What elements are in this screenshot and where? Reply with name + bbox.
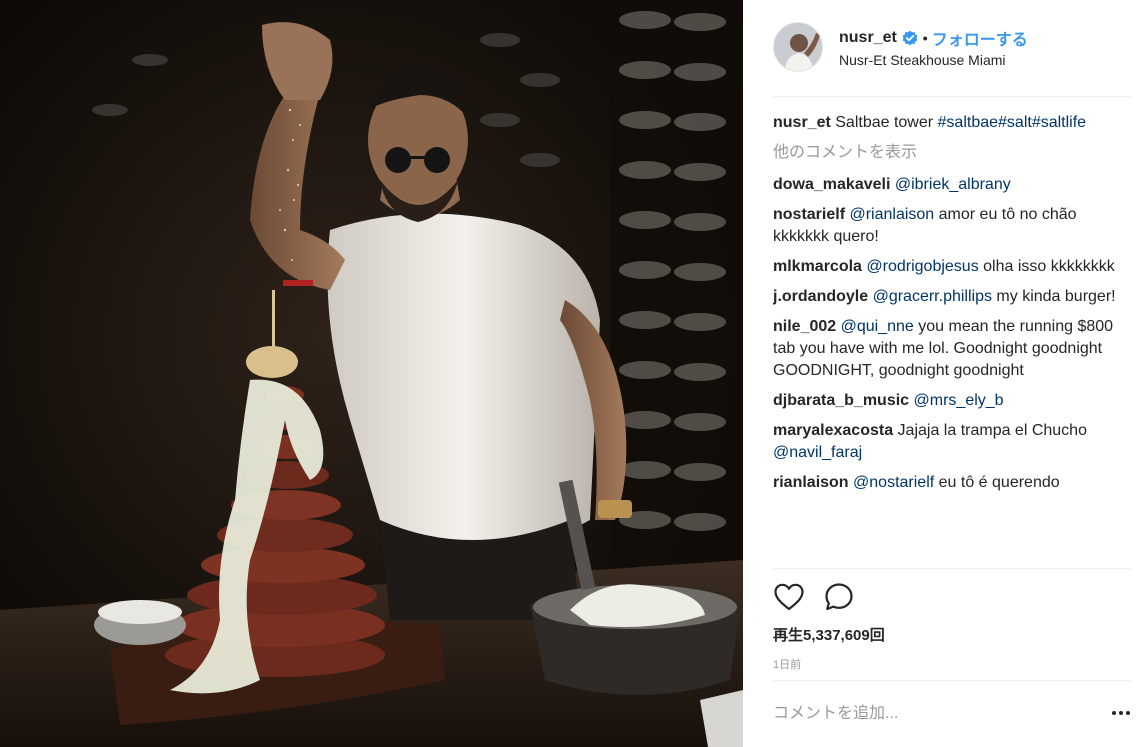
post-video[interactable] <box>0 0 743 747</box>
comment-username[interactable]: maryalexacosta <box>773 422 893 439</box>
comment-item: nile_002 @qui_nne you mean the running $… <box>773 316 1131 382</box>
post-side-panel: nusr_et • フォローする Nusr-Et Steakhouse Miam… <box>743 0 1143 747</box>
comment-item: nostarielf @rianlaison amor eu tô no chã… <box>773 204 1131 248</box>
heart-outline-icon <box>774 583 804 611</box>
header-divider <box>773 96 1131 97</box>
caption-text: Saltbae tower <box>835 114 938 131</box>
comment-mention[interactable]: @nostarielf <box>853 474 934 491</box>
post-header: nusr_et • フォローする Nusr-Et Steakhouse Miam… <box>773 22 1131 78</box>
comment-item: dowa_makaveli @ibriek_albrany <box>773 174 1131 196</box>
comments-list[interactable]: nusr_et Saltbae tower #saltbae#salt#salt… <box>773 112 1131 568</box>
comment-mention[interactable]: @navil_faraj <box>773 444 862 461</box>
caption-hashtags[interactable]: #saltbae#salt#saltlife <box>938 114 1087 131</box>
comment-mention[interactable]: @gracerr.phillips <box>873 288 992 305</box>
comment-text: eu tô é querendo <box>934 474 1060 491</box>
comment-username[interactable]: mlkmarcola <box>773 258 862 275</box>
comment-username[interactable]: dowa_makaveli <box>773 176 890 193</box>
ellipsis-icon <box>1112 711 1130 715</box>
comment-username[interactable]: j.ordandoyle <box>773 288 868 305</box>
comment-item: rianlaison @nostarielf eu tô é querendo <box>773 472 1131 494</box>
post-author-username[interactable]: nusr_et <box>839 29 897 47</box>
view-count: 再生5,337,609回 <box>773 627 885 644</box>
avatar[interactable] <box>773 22 823 72</box>
video-frame-illustration <box>0 0 743 747</box>
comment-text: olha isso kkkkkkkk <box>978 258 1115 275</box>
comment-item: djbarata_b_music @mrs_ely_b <box>773 390 1131 412</box>
avatar-image <box>774 23 822 71</box>
speech-bubble-icon <box>825 583 853 611</box>
like-button[interactable] <box>773 581 805 613</box>
comment-item: j.ordandoyle @gracerr.phillips my kinda … <box>773 286 1131 308</box>
caption-username[interactable]: nusr_et <box>773 114 831 131</box>
comment-item: maryalexacosta Jajaja la trampa el Chuch… <box>773 420 1131 464</box>
comment-button[interactable] <box>823 581 855 613</box>
post-timestamp[interactable]: 1日前 <box>773 656 801 672</box>
comment-text: Jajaja la trampa el Chucho <box>893 422 1087 439</box>
post-location[interactable]: Nusr-Et Steakhouse Miami <box>839 52 1006 68</box>
actions-divider <box>773 568 1131 569</box>
comment-username[interactable]: djbarata_b_music <box>773 392 909 409</box>
caption: nusr_et Saltbae tower #saltbae#salt#salt… <box>773 112 1131 134</box>
comment-mention[interactable]: @rianlaison <box>849 206 934 223</box>
follow-button[interactable]: フォローする <box>932 26 1028 50</box>
comment-item: mlkmarcola @rodrigobjesus olha isso kkkk… <box>773 256 1131 278</box>
comment-username[interactable]: nostarielf <box>773 206 845 223</box>
comment-mention[interactable]: @mrs_ely_b <box>914 392 1004 409</box>
post-actions <box>773 580 873 614</box>
comment-text: my kinda burger! <box>991 288 1116 305</box>
comment-username[interactable]: nile_002 <box>773 318 836 335</box>
comment-mention[interactable]: @rodrigobjesus <box>866 258 978 275</box>
comment-box-divider <box>773 680 1131 681</box>
header-separator: • <box>922 30 928 46</box>
verified-badge-icon <box>902 30 918 46</box>
comment-mention[interactable]: @ibriek_albrany <box>895 176 1011 193</box>
load-more-comments-button[interactable]: 他のコメントを表示 <box>773 142 1131 164</box>
more-options-button[interactable] <box>1109 704 1133 722</box>
comment-mention[interactable]: @qui_nne <box>841 318 914 335</box>
add-comment-input[interactable] <box>773 700 1073 728</box>
comment-username[interactable]: rianlaison <box>773 474 849 491</box>
